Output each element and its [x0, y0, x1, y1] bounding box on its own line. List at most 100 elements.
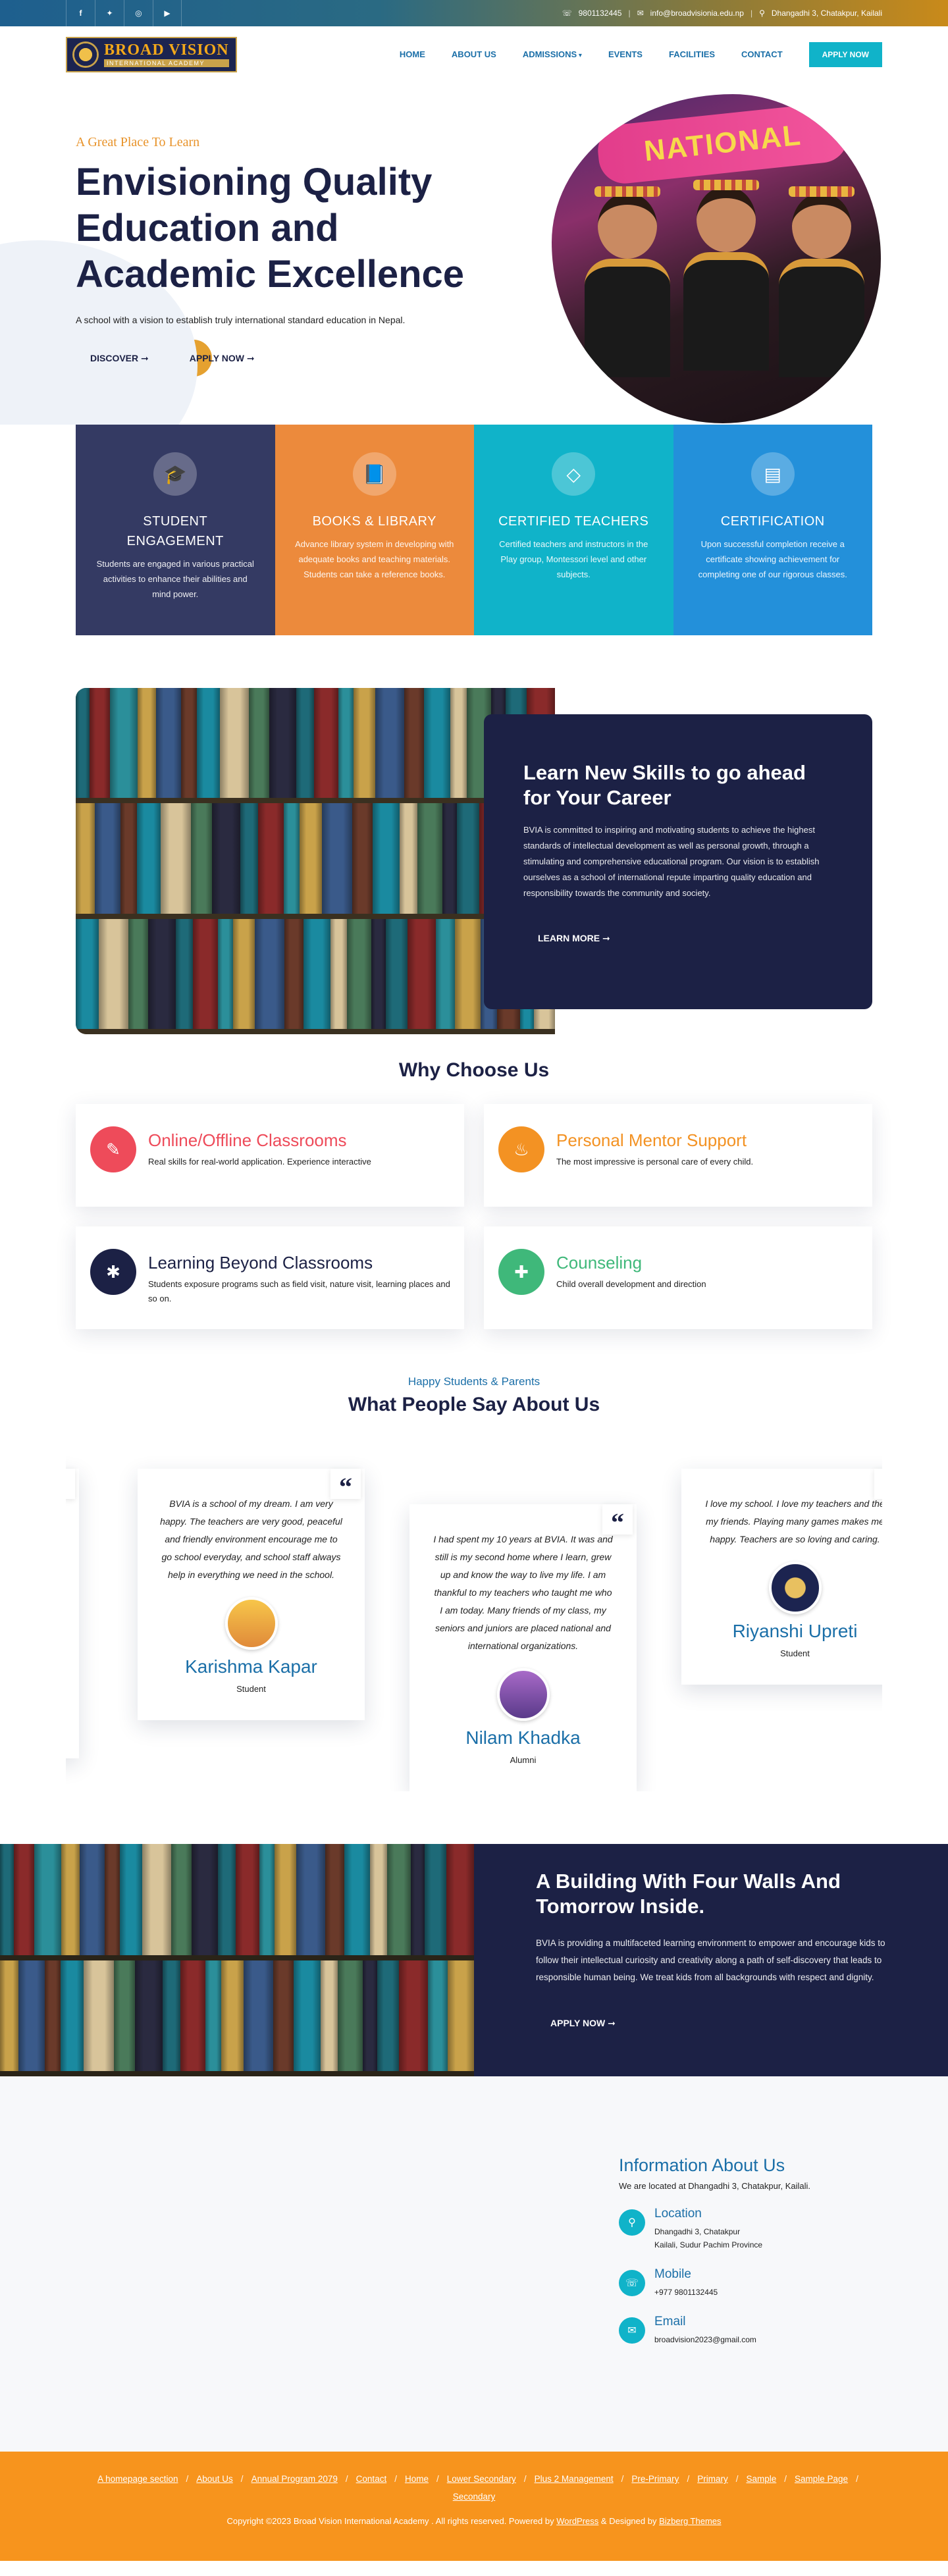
book-spine: [273, 1960, 294, 2071]
building-apply-button[interactable]: APPLY NOW ➞: [536, 2005, 908, 2041]
footer-link[interactable]: Pre-Primary: [623, 2474, 687, 2484]
book-spine: [386, 1844, 411, 1955]
feature-text: Advance library system in developing wit…: [295, 539, 454, 579]
facebook-icon[interactable]: f: [66, 0, 95, 26]
book-spine: [371, 918, 386, 1029]
footer-link[interactable]: Plus 2 Management: [527, 2474, 621, 2484]
copyright-text: Copyright ©2023 Broad Vision Internation…: [226, 2516, 554, 2526]
book-spine: [138, 688, 157, 799]
wordpress-link[interactable]: WordPress: [556, 2516, 598, 2526]
footer-link[interactable]: Sample: [738, 2474, 784, 2484]
hero-buttons: DISCOVER ➞ APPLY NOW ➞: [76, 340, 523, 377]
hero-apply-button[interactable]: APPLY NOW ➞: [174, 340, 255, 377]
book-spine: [134, 1960, 163, 2071]
nav-facilities[interactable]: FACILITIES: [669, 49, 715, 59]
diamond-icon: ◇: [552, 452, 596, 496]
mobile-number[interactable]: +977 9801132445: [654, 2286, 718, 2299]
map-pin-icon: ⚲: [759, 9, 765, 18]
nav-contact[interactable]: CONTACT: [741, 49, 783, 59]
book-spine: [428, 1960, 448, 2071]
topbar-email[interactable]: info@broadvisionia.edu.np: [650, 9, 744, 18]
book-spine: [240, 803, 259, 914]
email-address[interactable]: broadvision2023@gmail.com: [654, 2333, 756, 2346]
bookshelf-row: [76, 803, 555, 914]
footer-link[interactable]: About Us: [188, 2474, 241, 2484]
book-spine: [212, 803, 240, 914]
book-spine: [156, 688, 182, 799]
book-spine: [259, 1844, 275, 1955]
footer-link[interactable]: Sample Page: [787, 2474, 856, 2484]
social-links: f ✦ ◎ ▶: [66, 0, 182, 26]
book-spine: [299, 803, 323, 914]
themes-link[interactable]: Bizberg Themes: [659, 2516, 721, 2526]
feature-card: 📘 BOOKS & LIBRARY Advance library system i…: [275, 425, 474, 635]
book-spine: [205, 1960, 221, 2071]
book-spine: [284, 918, 304, 1029]
info-mobile: ☏ Mobile +977 9801132445: [619, 2267, 895, 2299]
book-spine: [137, 803, 161, 914]
avatar: [768, 1562, 822, 1614]
photo-child: [585, 186, 670, 390]
discover-button[interactable]: DISCOVER ➞: [76, 340, 149, 377]
feature-text: Certified teachers and instructors in th…: [499, 539, 648, 579]
why-card: ✚ Counseling Child overall development and…: [484, 1226, 872, 1329]
feature-text: Students are engaged in various practica…: [96, 559, 254, 599]
book-spine: [313, 688, 338, 799]
pencil-icon: ✎: [90, 1126, 136, 1172]
testimonial-card: “I had spent my 10 years at BVIA. It was…: [409, 1504, 637, 1791]
book-spine: [293, 1960, 321, 2071]
book-spine: [110, 688, 138, 799]
hero-tagline: A Great Place To Learn: [76, 135, 200, 149]
footer-link[interactable]: Contact: [348, 2474, 395, 2484]
footer-link[interactable]: Home: [397, 2474, 436, 2484]
topbar-phone[interactable]: 9801132445: [579, 9, 622, 18]
site-logo[interactable]: BROAD VISION INTERNATIONAL ACADEMY: [66, 36, 237, 72]
book-spine: [193, 918, 218, 1029]
testimonial-carousel[interactable]: ““BVIA is a school of my dream. I am ver…: [66, 1449, 882, 1791]
feature-title: BOOKS & LIBRARY: [312, 514, 436, 529]
book-spine: [217, 918, 233, 1029]
book-spine: [338, 688, 354, 799]
book-spine: [114, 1960, 135, 2071]
footer-link[interactable]: Secondary: [445, 2492, 504, 2502]
book-spine: [457, 803, 480, 914]
nav-events[interactable]: EVENTS: [608, 49, 643, 59]
learn-more-button[interactable]: LEARN MORE ➞: [523, 920, 833, 957]
footer-separator: /: [345, 2474, 348, 2484]
footer-link[interactable]: Lower Secondary: [439, 2474, 524, 2484]
youtube-icon[interactable]: ▶: [153, 0, 182, 26]
footer-link[interactable]: Annual Program 2079: [244, 2474, 346, 2484]
map-pin-icon: ⚲: [619, 2209, 645, 2236]
footer-links: A homepage section / About Us / Annual Progr…: [69, 2474, 879, 2502]
why-card-title: Personal Mentor Support: [556, 1130, 747, 1150]
book-spine: [79, 1844, 105, 1955]
book-spine: [446, 1844, 474, 1955]
book-spine: [120, 803, 138, 914]
why-choose-section: Why Choose Us ✎ Online/Offline Classrooms…: [0, 1057, 948, 1329]
footer-link[interactable]: Primary: [689, 2474, 736, 2484]
nav-home[interactable]: HOME: [400, 49, 425, 59]
graduation-cap-icon: 🎓: [153, 452, 198, 496]
book-spine: [423, 688, 450, 799]
book-spine: [162, 1960, 181, 2071]
book-spine: [362, 1960, 378, 2071]
nav-admissions[interactable]: ADMISSIONS: [523, 49, 582, 59]
book-spine: [450, 688, 467, 799]
instagram-icon[interactable]: ◎: [124, 0, 153, 26]
book-spine: [128, 918, 149, 1029]
book-spine: [454, 918, 481, 1029]
nav-about-us[interactable]: ABOUT US: [452, 49, 496, 59]
book-spine: [98, 918, 128, 1029]
testimonial-name: Nilam Khadka: [465, 1727, 581, 1748]
book-spine: [76, 918, 99, 1029]
header-apply-button[interactable]: APPLY NOW: [808, 41, 882, 67]
footer-link[interactable]: A homepage section: [90, 2474, 186, 2484]
twitter-icon[interactable]: ✦: [95, 0, 124, 26]
email-label: Email: [654, 2315, 686, 2328]
footer-separator: /: [856, 2474, 858, 2484]
book-spine: [410, 1844, 425, 1955]
about-card: Learn New Skills to go ahead for Your Ca…: [484, 714, 872, 1009]
quote-icon: “: [874, 1469, 882, 1499]
book-spine: [249, 688, 269, 799]
book-spine: [353, 688, 376, 799]
